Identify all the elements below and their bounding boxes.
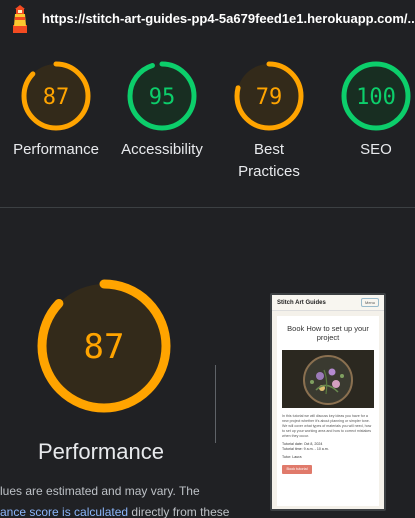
vertical-separator: [215, 365, 216, 443]
gauge-score: 79: [256, 85, 283, 110]
performance-title: Performance: [38, 439, 164, 464]
thumbnail-navbar: Stitch Art Guides Menu: [272, 295, 384, 311]
gauge-ring: 79: [234, 61, 304, 131]
gauge-ring: 95: [127, 61, 197, 131]
thumbnail-card: Book How to set up your project In this …: [277, 316, 379, 506]
gauge-label: Accessibility: [121, 141, 203, 158]
performance-score: 87: [84, 327, 125, 367]
thumbnail-brand: Stitch Art Guides: [277, 299, 326, 306]
gauge-best-practices[interactable]: 79 Best Practices: [219, 60, 319, 183]
thumbnail-tutor: Tutor: Laura: [282, 455, 302, 459]
lighthouse-icon: [13, 5, 27, 33]
top-bar: https://stitch-art-guides-pp4-5a679feed1…: [0, 0, 415, 38]
embroidery-hoop-image: [282, 350, 374, 408]
gauge-score: 95: [149, 85, 176, 110]
page-url[interactable]: https://stitch-art-guides-pp4-5a679feed1…: [42, 11, 415, 26]
gauge-score: 87: [43, 85, 70, 110]
page-screenshot-thumbnail[interactable]: Stitch Art Guides Menu Book How to set u…: [270, 293, 386, 511]
gauge-ring: 87: [21, 61, 91, 131]
section-divider: [0, 207, 415, 208]
gauge-label: Performance: [13, 141, 99, 158]
gauge-label: Best Practices: [238, 141, 300, 180]
thumbnail-heading: Book How to set up your project: [287, 324, 369, 342]
performance-gauge-large: 87: [37, 279, 171, 413]
performance-description-line2: ance score is calculated directly from t…: [0, 505, 229, 518]
performance-description: lues are estimated and may vary. The: [0, 484, 200, 498]
thumbnail-body: In this tutorial we will discuss key ide…: [282, 414, 372, 438]
embroidery-image: [282, 350, 374, 408]
gauge-score: 100: [356, 85, 396, 110]
thumbnail-book-button: Book tutorial: [282, 465, 312, 474]
thumbnail-menu-button: Menu: [360, 298, 379, 307]
description-text: directly from these: [128, 505, 230, 518]
gauge-performance[interactable]: 87 Performance: [6, 60, 106, 161]
gauge-seo[interactable]: 100 SEO: [326, 60, 415, 161]
thumbnail-time: Tutorial time: 9 a.m. - 10 a.m.: [282, 447, 329, 451]
category-gauges: 87 Performance 95 Accessibility 79 Best …: [0, 38, 415, 208]
gauge-ring: 100: [341, 61, 411, 131]
score-calculated-link[interactable]: ance score is calculated: [0, 505, 128, 518]
gauge-label: SEO: [360, 141, 392, 158]
gauge-accessibility[interactable]: 95 Accessibility: [112, 60, 212, 161]
